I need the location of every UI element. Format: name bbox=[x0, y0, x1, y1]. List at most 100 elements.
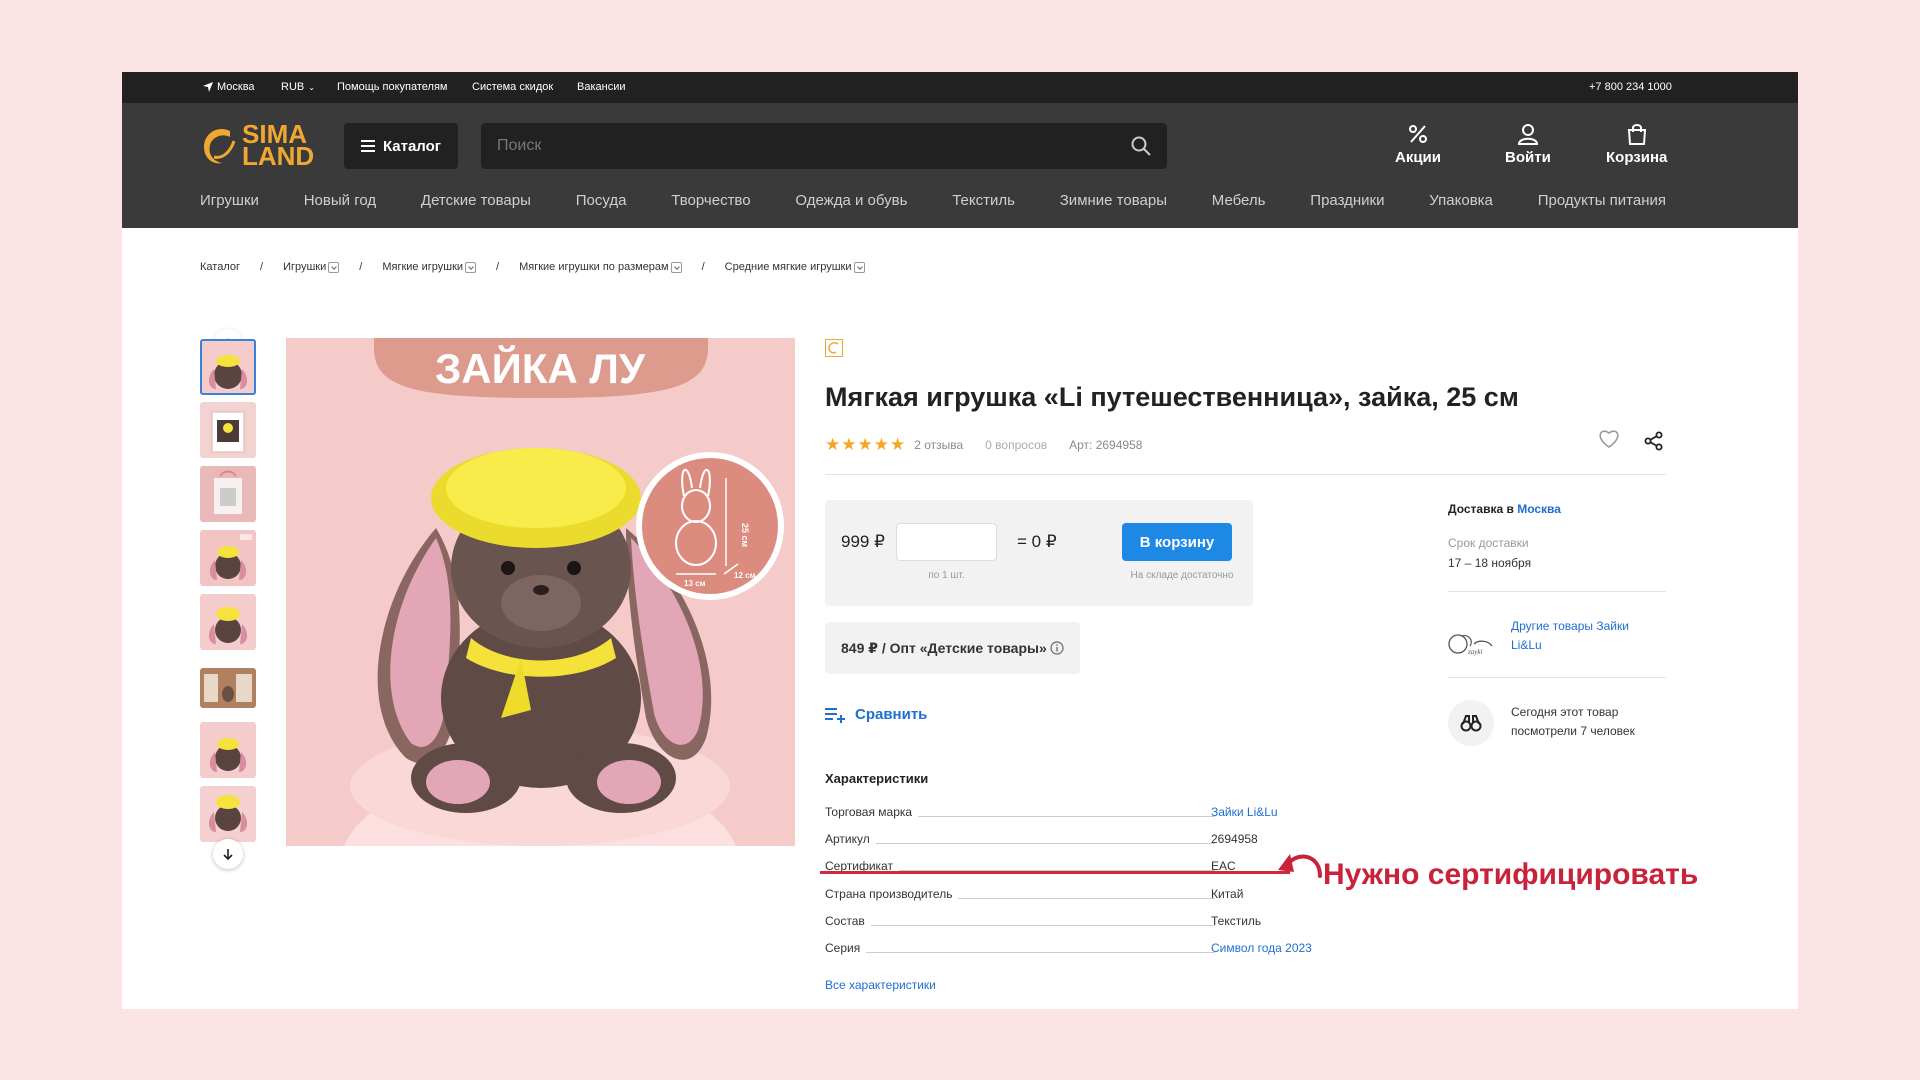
catalog-button[interactable]: Каталог bbox=[344, 123, 458, 169]
char-row: Серия Символ года 2023 bbox=[825, 941, 1312, 955]
search-icon[interactable] bbox=[1131, 136, 1151, 156]
breadcrumb-item[interactable]: Мягкие игрушки bbox=[382, 261, 463, 273]
nav-item-crafts[interactable]: Творчество bbox=[671, 192, 750, 209]
char-row: Артикул 2694958 bbox=[825, 832, 1258, 846]
all-characteristics-link[interactable]: Все характеристики bbox=[825, 978, 936, 992]
annotation-text: Нужно сертифицировать bbox=[1323, 858, 1699, 891]
price: 999 ₽ bbox=[841, 532, 885, 551]
reviews-link[interactable]: 2 отзыва bbox=[914, 438, 963, 452]
promotions-button[interactable]: Акции bbox=[1395, 123, 1441, 166]
currency-selector[interactable]: RUB ⌄ bbox=[281, 81, 315, 93]
svg-text:zayki: zayki bbox=[1467, 648, 1482, 656]
logo-mark-icon bbox=[204, 128, 236, 164]
product-photo[interactable]: ЗАЙКА ЛУ 25 см 13 см 12 см bbox=[286, 338, 795, 846]
photo-width-label: 13 см bbox=[684, 579, 706, 588]
wholesale-price-badge[interactable]: 849 ₽ / Опт «Детские товары» bbox=[825, 622, 1080, 674]
bunny-product-image: ЗАЙКА ЛУ 25 см 13 см 12 см bbox=[286, 338, 795, 846]
logo-text: SIMA LAND bbox=[242, 119, 315, 171]
search-bar bbox=[481, 123, 1167, 169]
char-row: Торговая марка Зайки Li&Lu bbox=[825, 805, 1278, 819]
thumbnail[interactable] bbox=[200, 530, 256, 586]
chevron-down-icon[interactable] bbox=[670, 261, 682, 273]
product-title: Мягкая игрушка «Li путешественница», зай… bbox=[825, 382, 1519, 412]
phone-link[interactable]: +7 800 234 1000 bbox=[1589, 81, 1672, 93]
heart-icon[interactable] bbox=[1598, 429, 1620, 449]
bunny-thumbnail-image bbox=[200, 722, 256, 778]
thumbnail[interactable] bbox=[200, 339, 256, 395]
thumbnail[interactable] bbox=[200, 722, 256, 778]
sku-label: Арт: 2694958 bbox=[1069, 438, 1143, 452]
discounts-link[interactable]: Система скидок bbox=[472, 81, 553, 93]
nav-item-food[interactable]: Продукты питания bbox=[1538, 192, 1666, 209]
add-to-cart-button[interactable]: В корзину bbox=[1122, 523, 1232, 561]
nav-item-winter[interactable]: Зимние товары bbox=[1060, 192, 1167, 209]
star-rating[interactable]: ★★★★★ bbox=[825, 435, 906, 455]
delivery-city-link[interactable]: Москва bbox=[1517, 502, 1561, 516]
jobs-link[interactable]: Вакансии bbox=[577, 81, 626, 93]
thumbnail[interactable] bbox=[200, 594, 256, 650]
sima-land-logo[interactable]: SIMA LAND bbox=[200, 119, 315, 171]
divider bbox=[1448, 591, 1666, 592]
delivery-title: Доставка в Москва bbox=[1448, 502, 1561, 516]
thumbnail[interactable] bbox=[200, 466, 256, 522]
top-bar: Москва RUB ⌄ Помощь покупателям Система … bbox=[122, 72, 1798, 103]
bag-icon bbox=[1627, 124, 1646, 145]
gift-box-thumbnail-image bbox=[200, 466, 256, 522]
menu-icon bbox=[360, 140, 375, 152]
thumbnail[interactable] bbox=[200, 786, 256, 842]
nav-item-new-year[interactable]: Новый год bbox=[304, 192, 376, 209]
nav-item-textile[interactable]: Текстиль bbox=[952, 192, 1015, 209]
chevron-down-icon[interactable] bbox=[853, 261, 865, 273]
thumbnail[interactable] bbox=[200, 402, 256, 458]
questions-link[interactable]: 0 вопросов bbox=[985, 438, 1047, 452]
brand-logo-icon[interactable]: zayki bbox=[1448, 622, 1496, 664]
info-icon[interactable] bbox=[1050, 641, 1064, 655]
char-row: Страна производитель Китай bbox=[825, 887, 1244, 901]
room-thumbnail-image bbox=[200, 668, 256, 708]
breadcrumb-item[interactable]: Мягкие игрушки по размерам bbox=[519, 261, 669, 273]
char-row: Состав Текстиль bbox=[825, 914, 1262, 928]
annotation-underline bbox=[820, 871, 1290, 874]
compare-list-icon bbox=[825, 707, 845, 723]
photo-banner: ЗАЙКА ЛУ bbox=[435, 344, 646, 392]
share-icon[interactable] bbox=[1644, 431, 1664, 451]
binoculars-icon bbox=[1448, 700, 1494, 746]
nav-item-kids[interactable]: Детские товары bbox=[421, 192, 531, 209]
series-link[interactable]: Символ года 2023 bbox=[1211, 941, 1312, 955]
category-nav: Игрушки Новый год Детские товары Посуда … bbox=[200, 192, 1666, 209]
help-link[interactable]: Помощь покупателям bbox=[337, 81, 448, 93]
city-selector[interactable]: Москва bbox=[203, 81, 255, 93]
views-today: Сегодня этот товар посмотрели 7 человек bbox=[1511, 705, 1635, 738]
location-arrow-icon bbox=[203, 82, 213, 92]
divider bbox=[825, 474, 1666, 475]
nav-item-packaging[interactable]: Упаковка bbox=[1429, 192, 1493, 209]
search-input[interactable] bbox=[497, 123, 1097, 169]
nav-item-furniture[interactable]: Мебель bbox=[1212, 192, 1266, 209]
stock-status: На складе достаточно bbox=[1130, 570, 1234, 581]
login-button[interactable]: Войти bbox=[1505, 123, 1551, 166]
chevron-down-icon[interactable] bbox=[465, 261, 477, 273]
nav-item-toys[interactable]: Игрушки bbox=[200, 192, 259, 209]
thumbs-down-button[interactable] bbox=[213, 839, 243, 869]
other-brand-products-link[interactable]: Другие товары Зайки Li&Lu bbox=[1511, 617, 1661, 655]
breadcrumb-item[interactable]: Каталог bbox=[200, 261, 240, 273]
breadcrumb-item[interactable]: Игрушки bbox=[283, 261, 326, 273]
breadcrumb-item[interactable]: Средние мягкие игрушки bbox=[725, 261, 852, 273]
nav-item-holidays[interactable]: Праздники bbox=[1310, 192, 1384, 209]
nav-item-clothes[interactable]: Одежда и обувь bbox=[795, 192, 907, 209]
chevron-down-icon[interactable] bbox=[328, 261, 340, 273]
buy-box: 999 ₽ по 1 шт. = 0 ₽ В корзину На складе… bbox=[825, 500, 1253, 606]
cart-header-button[interactable]: Корзина bbox=[1606, 123, 1667, 166]
bunny-thumbnail-image bbox=[200, 339, 256, 395]
char-row-certificate: Сертификат EAC bbox=[825, 859, 1236, 873]
thumbnail[interactable] bbox=[200, 668, 256, 708]
quantity-hint: по 1 шт. bbox=[928, 570, 965, 581]
annotation-arrow-icon bbox=[1278, 854, 1322, 878]
photo-depth-label: 12 см bbox=[734, 571, 756, 580]
nav-item-dishes[interactable]: Посуда bbox=[576, 192, 627, 209]
bunny-thumbnail-image bbox=[200, 594, 256, 650]
quantity-input[interactable] bbox=[896, 523, 997, 561]
compare-button[interactable]: Сравнить bbox=[825, 706, 927, 723]
brand-link[interactable]: Зайки Li&Lu bbox=[1211, 805, 1278, 819]
delivery-date: 17 – 18 ноября bbox=[1448, 556, 1532, 570]
